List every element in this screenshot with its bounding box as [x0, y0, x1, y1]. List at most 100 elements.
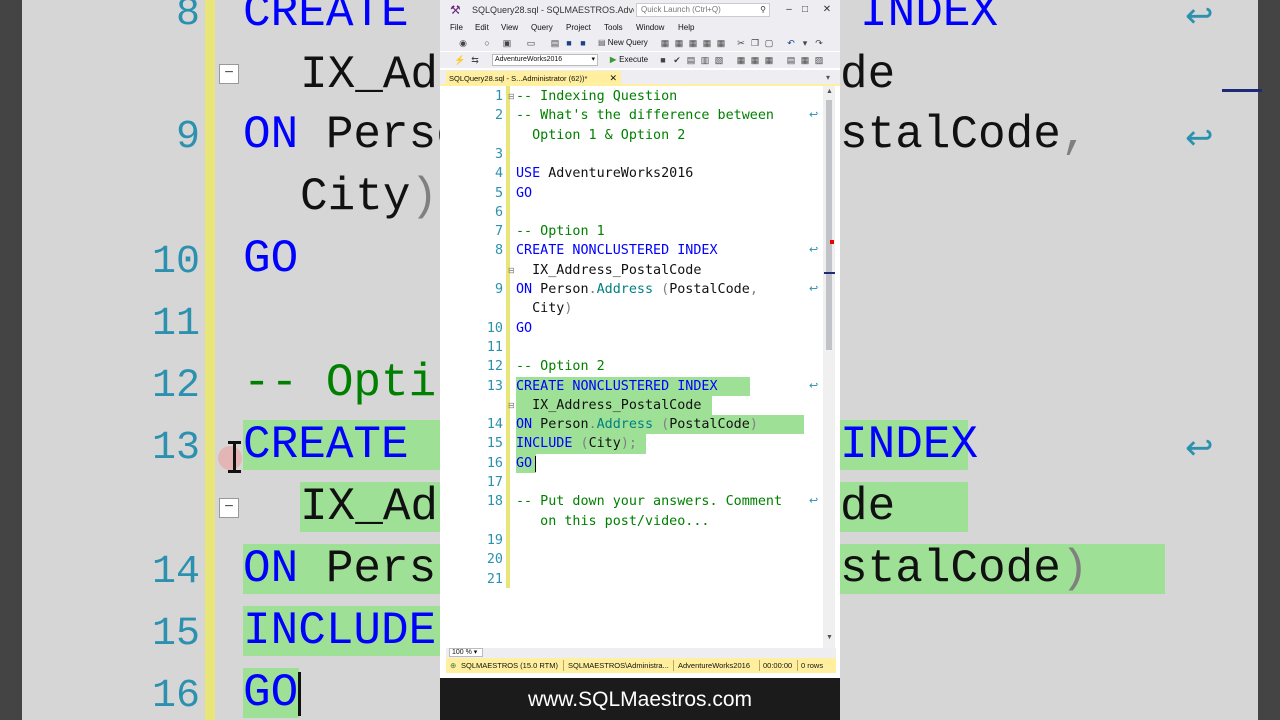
quick-launch-input[interactable]: Quick Launch (Ctrl+Q) ⚲: [636, 3, 770, 17]
code-line[interactable]: ON Person.Address (PostalCode): [516, 415, 758, 434]
back-icon[interactable]: ◉: [458, 38, 468, 48]
results-to-text-icon[interactable]: ▤: [786, 55, 796, 65]
outline-fold-icon[interactable]: ⊟: [508, 92, 515, 101]
code-line[interactable]: IX_Address_PostalCode: [516, 261, 701, 280]
bg-text-caret: [298, 672, 301, 716]
menu-window[interactable]: Window: [636, 23, 664, 32]
line-number: 10: [486, 320, 503, 336]
bg-code-line: GO: [243, 233, 299, 285]
scroll-down-icon[interactable]: ▼: [826, 634, 833, 641]
code-line[interactable]: GO: [516, 184, 532, 203]
zoom-select[interactable]: 100 % ▾: [449, 648, 483, 657]
code-line[interactable]: GO: [516, 319, 532, 338]
menu-help[interactable]: Help: [678, 23, 694, 32]
save-icon[interactable]: ■: [564, 38, 574, 48]
word-wrap-glyph-icon: ↩: [809, 283, 819, 295]
vertical-scrollbar[interactable]: ▲ ▼: [823, 86, 835, 650]
code-line[interactable]: -- Option 2: [516, 357, 605, 376]
forward-icon[interactable]: ○: [482, 38, 492, 48]
menu-tools[interactable]: Tools: [604, 23, 623, 32]
query-designer-icon[interactable]: ▥: [700, 55, 710, 65]
code-line[interactable]: GO: [516, 454, 532, 473]
dmx-query-icon[interactable]: ▦: [688, 38, 698, 48]
code-line[interactable]: IX_Address_PostalCode: [516, 396, 701, 415]
code-area[interactable]: -- Indexing Question -- What's the differ…: [516, 86, 816, 650]
status-separator: [797, 660, 798, 671]
code-line[interactable]: Option 1 & Option 2: [516, 126, 685, 145]
results-to-file-icon[interactable]: ▨: [814, 55, 824, 65]
line-number: 9: [494, 282, 503, 297]
bg-line-number: 13: [151, 426, 200, 471]
paste-icon[interactable]: ▢: [764, 38, 774, 48]
menu-query[interactable]: Query: [531, 23, 553, 32]
code-line[interactable]: -- Option 1: [516, 222, 605, 241]
code-line[interactable]: on this post/video...: [516, 512, 709, 531]
new-query-button[interactable]: ▤ New Query: [598, 38, 648, 47]
bg-line-number: 16: [151, 674, 200, 719]
new-query-label: New Query: [607, 38, 648, 47]
maximize-button[interactable]: □: [798, 3, 812, 17]
undo-icon[interactable]: ↶: [786, 38, 796, 48]
menu-file[interactable]: File: [450, 23, 463, 32]
execute-button[interactable]: ▶ Execute: [610, 55, 648, 64]
code-line[interactable]: CREATE NONCLUSTERED INDEX: [516, 241, 718, 260]
outline-fold-icon[interactable]: ⊟: [508, 266, 515, 275]
cut-icon[interactable]: ✂: [736, 38, 746, 48]
xmla-query-icon[interactable]: ▦: [702, 38, 712, 48]
bg-line-number: 12: [151, 364, 200, 409]
code-line[interactable]: -- Put down your answers. Comment: [516, 492, 782, 511]
live-stats-icon[interactable]: ▦: [750, 55, 760, 65]
tab-dropdown-icon[interactable]: ▾: [826, 73, 830, 82]
code-line[interactable]: ON Person.Address (PostalCode,: [516, 280, 758, 299]
sql-editor-toolbar: ⚡ ⇆ AdventureWorks2016 ▾ ▶ Execute ■ ✔ ▤ …: [440, 52, 840, 68]
scroll-up-icon[interactable]: ▲: [826, 88, 833, 95]
stop-icon[interactable]: ■: [658, 55, 668, 65]
window-title: SQLQuery28.sql - SQLMAESTROS.Adventure..…: [472, 5, 634, 15]
open-file-icon[interactable]: ▭: [526, 38, 536, 48]
results-to-grid-icon[interactable]: ▦: [800, 55, 810, 65]
menu-view[interactable]: View: [501, 23, 518, 32]
display-plan-icon[interactable]: ▤: [686, 55, 696, 65]
change-connection-icon[interactable]: ⇆: [470, 55, 480, 65]
close-icon[interactable]: ✕: [609, 71, 617, 86]
open-folder-icon[interactable]: ▤: [550, 38, 560, 48]
code-line[interactable]: City): [516, 299, 572, 318]
minimize-button[interactable]: –: [782, 3, 796, 17]
mdx-query-icon[interactable]: ▦: [674, 38, 684, 48]
database-select[interactable]: AdventureWorks2016 ▾: [492, 54, 598, 66]
new-project-icon[interactable]: ▣: [502, 38, 512, 48]
copy-icon[interactable]: ❐: [750, 38, 760, 48]
tab-sqlquery28[interactable]: SQLQuery28.sql - S...Administrator (62))…: [446, 71, 621, 86]
client-stats-icon[interactable]: ▦: [764, 55, 774, 65]
undo-dropdown-icon[interactable]: ▾: [800, 38, 810, 48]
menu-edit[interactable]: Edit: [475, 23, 489, 32]
connect-icon[interactable]: ⚡: [454, 55, 465, 65]
line-number: 17: [486, 475, 503, 490]
redo-icon[interactable]: ↷: [814, 38, 824, 48]
title-bar: ⚒ SQLQuery28.sql - SQLMAESTROS.Adventure…: [440, 0, 840, 20]
close-button[interactable]: ✕: [820, 3, 834, 17]
query-editor[interactable]: 1 2 3 4 5 6 7 8 9 10 11 12 13 14 15 16 17 18 19 20 21 -- Ind…: [447, 86, 835, 650]
code-line[interactable]: -- What's the difference between: [516, 106, 774, 125]
parse-icon[interactable]: ✔: [672, 55, 682, 65]
status-separator: [563, 660, 564, 671]
intellisense-icon[interactable]: ▧: [714, 55, 724, 65]
bg-code-line: INDEX: [860, 0, 999, 39]
dax-query-icon[interactable]: ▦: [716, 38, 726, 48]
code-line[interactable]: -- Indexing Question: [516, 87, 677, 106]
bg-code-line: de: [840, 49, 896, 101]
bg-line-number: 11: [151, 302, 200, 347]
menu-project[interactable]: Project: [566, 23, 591, 32]
chevron-down-icon: ▾: [591, 56, 595, 63]
code-line[interactable]: USE AdventureWorks2016: [516, 164, 693, 183]
save-all-icon[interactable]: ■: [578, 38, 588, 48]
standard-toolbar: ◉ ○ ▣ ▭ ▤ ■ ■ ▤ New Query ▦ ▦ ▦ ▦ ▦ ✂ ❐ …: [440, 35, 840, 51]
outline-fold-icon[interactable]: ⊟: [508, 401, 515, 410]
db-engine-query-icon[interactable]: ▦: [660, 38, 670, 48]
website-footer: www.SQLMaestros.com: [440, 678, 840, 720]
code-line[interactable]: INCLUDE (City);: [516, 434, 637, 453]
include-plan-icon[interactable]: ▦: [736, 55, 746, 65]
scroll-thumb[interactable]: [826, 100, 832, 350]
code-line[interactable]: CREATE NONCLUSTERED INDEX: [516, 377, 718, 396]
search-icon[interactable]: ⚲: [760, 4, 766, 16]
